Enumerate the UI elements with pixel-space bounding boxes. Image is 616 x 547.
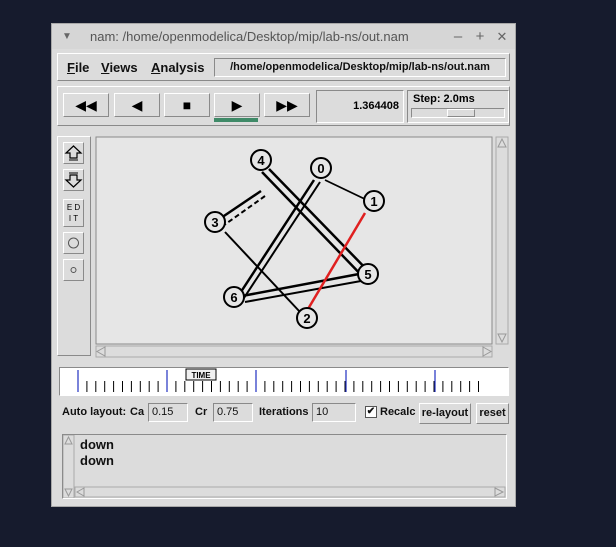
menu-file[interactable]: File bbox=[67, 60, 89, 75]
close-button[interactable]: ✕ bbox=[494, 24, 510, 49]
title-bar: ▼ nam: /home/openmodelica/Desktop/mip/la… bbox=[52, 24, 515, 49]
node-2[interactable]: 2 bbox=[296, 307, 318, 329]
timeline-ticks bbox=[77, 381, 479, 392]
node-4[interactable]: 4 bbox=[250, 149, 272, 171]
cr-label: Cr bbox=[195, 406, 208, 418]
rewind-button[interactable]: ◀◀ bbox=[63, 93, 109, 117]
play-button[interactable]: ▶ bbox=[214, 93, 260, 117]
network-canvas-area: 0 1 2 3 4 5 6 bbox=[95, 136, 509, 358]
message-line: down bbox=[80, 437, 114, 452]
message-horizontal-scrollbar[interactable] bbox=[74, 486, 506, 498]
playback-toolbar: ◀◀ ◀ ■ ▶ ▶▶ 1.364408 Step: 2.0ms bbox=[57, 86, 510, 126]
node-3[interactable]: 3 bbox=[204, 211, 226, 233]
large-circle-icon[interactable] bbox=[63, 232, 84, 254]
menu-analysis[interactable]: Analysis bbox=[151, 60, 204, 75]
play-active-indicator bbox=[214, 118, 258, 122]
minimize-button[interactable]: – bbox=[450, 24, 466, 49]
step-back-button[interactable]: ◀ bbox=[114, 93, 160, 117]
menu-bar: File Views Analysis /home/openmodelica/D… bbox=[57, 53, 510, 81]
recalc-checkbox[interactable]: ✔ bbox=[365, 406, 377, 418]
node-3-label: 3 bbox=[211, 215, 218, 230]
time-marker-label: TIME bbox=[191, 371, 211, 380]
node-1[interactable]: 1 bbox=[363, 190, 385, 212]
current-time-display: 1.364408 bbox=[316, 90, 404, 123]
zoom-in-icon[interactable] bbox=[63, 142, 84, 164]
step-label: Step: 2.0ms bbox=[413, 93, 475, 105]
reset-button[interactable]: reset bbox=[476, 403, 509, 424]
maximize-button[interactable]: + bbox=[472, 24, 488, 49]
edit-label-top: E D bbox=[66, 203, 81, 212]
node-5[interactable]: 5 bbox=[357, 263, 379, 285]
node-5-label: 5 bbox=[364, 267, 371, 282]
recalc-label: Recalc bbox=[380, 406, 416, 418]
node-6-label: 6 bbox=[230, 290, 237, 305]
vertical-scrollbar[interactable] bbox=[495, 136, 509, 345]
cr-input[interactable]: 0.75 bbox=[213, 403, 253, 422]
menu-views[interactable]: Views bbox=[101, 60, 138, 75]
fast-forward-button[interactable]: ▶▶ bbox=[264, 93, 310, 117]
step-slider-track[interactable] bbox=[411, 108, 505, 118]
ca-input[interactable]: 0.15 bbox=[148, 403, 188, 422]
node-0-label: 0 bbox=[317, 161, 324, 176]
node-2-label: 2 bbox=[303, 311, 310, 326]
message-line: down bbox=[80, 453, 114, 468]
step-slider-thumb[interactable] bbox=[447, 109, 475, 117]
horizontal-scrollbar[interactable] bbox=[95, 345, 493, 358]
iterations-label: Iterations bbox=[259, 406, 309, 418]
window-title: nam: /home/openmodelica/Desktop/mip/lab-… bbox=[90, 29, 409, 44]
relayout-button[interactable]: re-layout bbox=[419, 403, 471, 424]
zoom-out-icon[interactable] bbox=[63, 169, 84, 191]
small-circle-icon[interactable] bbox=[63, 259, 84, 281]
window-menu-icon[interactable]: ▼ bbox=[62, 24, 72, 49]
auto-layout-bar: Auto layout: Ca 0.15 Cr 0.75 Iterations … bbox=[59, 403, 509, 425]
tool-palette: E D I T bbox=[57, 136, 91, 356]
auto-layout-label: Auto layout: bbox=[62, 406, 127, 418]
edit-label-bottom: I T bbox=[68, 214, 79, 223]
node-4-label: 4 bbox=[257, 153, 265, 168]
stop-button[interactable]: ■ bbox=[164, 93, 210, 117]
ca-label: Ca bbox=[130, 406, 145, 418]
message-pane: down down bbox=[62, 434, 507, 499]
file-path-display: /home/openmodelica/Desktop/mip/lab-ns/ou… bbox=[214, 58, 506, 77]
step-control: Step: 2.0ms bbox=[407, 90, 509, 123]
nam-window: ▼ nam: /home/openmodelica/Desktop/mip/la… bbox=[51, 23, 516, 507]
node-6[interactable]: 6 bbox=[223, 286, 245, 308]
network-canvas[interactable] bbox=[95, 136, 493, 345]
iterations-input[interactable]: 10 bbox=[312, 403, 356, 422]
node-0[interactable]: 0 bbox=[310, 157, 332, 179]
timeline-slider[interactable]: TIME bbox=[59, 367, 509, 396]
edit-button[interactable]: E D I T bbox=[63, 199, 84, 227]
node-1-label: 1 bbox=[370, 194, 377, 209]
